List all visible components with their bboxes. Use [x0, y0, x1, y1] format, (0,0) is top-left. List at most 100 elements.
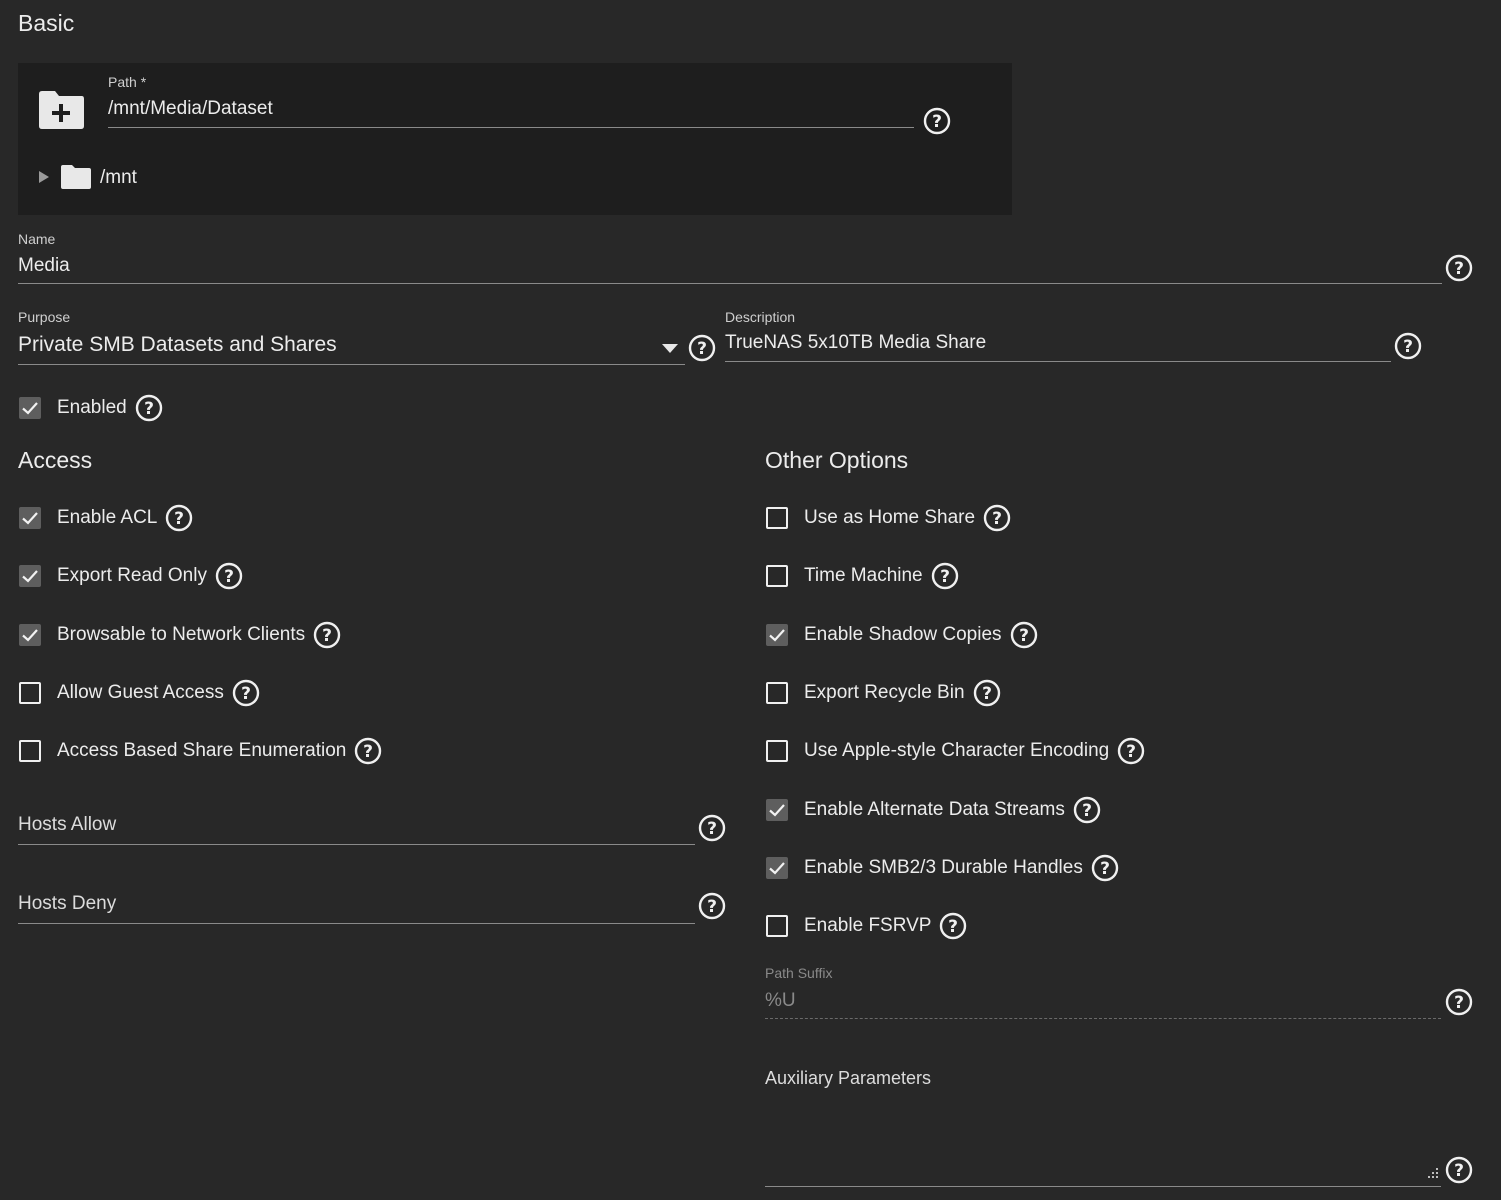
enabled-checkbox-row[interactable]: Enabled ? — [19, 393, 163, 423]
enable-shadow-copies-checkbox[interactable] — [766, 623, 788, 646]
use-as-home-share-checkbox[interactable] — [766, 507, 788, 529]
allow-guest-access-checkbox[interactable] — [19, 681, 41, 704]
use-apple-style-character-encoding-checkbox[interactable] — [766, 740, 788, 763]
other-enable-alternate-data-streams-row[interactable]: Enable Alternate Data Streams? — [766, 795, 1101, 825]
other-enable-fsrvp-row[interactable]: Enable FSRVP? — [766, 911, 967, 941]
export-recycle-bin-help-icon[interactable]: ? — [973, 679, 1001, 707]
svg-text:?: ? — [707, 819, 717, 839]
enable-alternate-data-streams-checkbox[interactable] — [766, 798, 788, 821]
svg-text:?: ? — [697, 339, 707, 359]
enable-smb2-3-durable-handles-help-icon[interactable]: ? — [1091, 854, 1119, 882]
export-read-only-label: Export Read Only — [57, 565, 207, 587]
hosts-allow-help-icon[interactable]: ? — [698, 814, 726, 842]
access-based-share-enumeration-checkbox[interactable] — [19, 740, 41, 763]
aux-params-help-icon[interactable]: ? — [1445, 1156, 1473, 1184]
access-access-based-share-enumeration-row[interactable]: Access Based Share Enumeration? — [19, 736, 382, 766]
aux-params-textarea[interactable]: Auxiliary Parameters — [765, 1068, 931, 1089]
svg-text:?: ? — [1126, 742, 1136, 762]
hosts-allow-underline — [18, 844, 695, 845]
use-apple-style-character-encoding-label: Use Apple-style Character Encoding — [804, 740, 1110, 762]
description-help-icon[interactable]: ? — [1394, 332, 1422, 360]
purpose-select[interactable]: Private SMB Datasets and Shares — [18, 333, 337, 357]
enable-fsrvp-checkbox[interactable] — [766, 915, 788, 938]
hosts-allow-input[interactable]: Hosts Allow — [18, 814, 116, 836]
purpose-underline — [18, 364, 685, 365]
description-input[interactable]: TrueNAS 5x10TB Media Share — [725, 332, 986, 354]
enable-smb2-3-durable-handles-label: Enable SMB2/3 Durable Handles — [804, 856, 1083, 878]
svg-text:?: ? — [224, 567, 234, 587]
enable-fsrvp-label: Enable FSRVP — [804, 915, 932, 937]
access-allow-guest-access-row[interactable]: Allow Guest Access? — [19, 678, 260, 708]
enable-acl-checkbox[interactable] — [19, 507, 41, 529]
svg-text:?: ? — [1454, 993, 1464, 1013]
enable-acl-help-icon[interactable]: ? — [165, 504, 193, 532]
svg-text:?: ? — [1403, 337, 1413, 357]
svg-text:?: ? — [1100, 859, 1110, 879]
export-recycle-bin-label: Export Recycle Bin — [804, 681, 965, 703]
basic-section-title: Basic — [18, 10, 75, 36]
time-machine-label: Time Machine — [804, 565, 923, 587]
svg-text:?: ? — [707, 897, 717, 917]
svg-text:?: ? — [1454, 259, 1464, 279]
use-as-home-share-help-icon[interactable]: ? — [983, 504, 1011, 532]
hosts-deny-input[interactable]: Hosts Deny — [18, 893, 116, 915]
purpose-help-icon[interactable]: ? — [688, 334, 716, 362]
browsable-to-network-clients-checkbox[interactable] — [19, 623, 41, 646]
access-enable-acl-row[interactable]: Enable ACL? — [19, 503, 193, 533]
svg-text:?: ? — [322, 626, 332, 646]
browsable-to-network-clients-label: Browsable to Network Clients — [57, 623, 306, 645]
tree-item-mnt[interactable]: /mnt — [100, 167, 137, 189]
time-machine-checkbox[interactable] — [766, 565, 788, 588]
path-underline — [108, 127, 914, 128]
other-enable-smb2-3-durable-handles-row[interactable]: Enable SMB2/3 Durable Handles? — [766, 853, 1119, 883]
other-export-recycle-bin-row[interactable]: Export Recycle Bin? — [766, 678, 1001, 708]
svg-text:?: ? — [144, 399, 154, 419]
tree-expand-arrow-icon[interactable] — [38, 170, 50, 184]
path-suffix-help-icon[interactable]: ? — [1445, 988, 1473, 1016]
access-based-share-enumeration-help-icon[interactable]: ? — [354, 737, 382, 765]
other-time-machine-row[interactable]: Time Machine? — [766, 561, 959, 591]
svg-text:?: ? — [940, 567, 950, 587]
svg-text:?: ? — [992, 509, 1002, 529]
create-folder-icon[interactable] — [37, 90, 85, 130]
svg-text:?: ? — [982, 684, 992, 704]
textarea-resize-handle-icon[interactable] — [1425, 1166, 1439, 1180]
access-section-title: Access — [18, 447, 93, 473]
svg-text:?: ? — [363, 742, 373, 762]
other-use-apple-style-character-encoding-row[interactable]: Use Apple-style Character Encoding? — [766, 736, 1145, 766]
svg-text:?: ? — [932, 112, 942, 132]
svg-text:?: ? — [949, 917, 959, 937]
export-recycle-bin-checkbox[interactable] — [766, 681, 788, 704]
allow-guest-access-help-icon[interactable]: ? — [232, 679, 260, 707]
enable-alternate-data-streams-help-icon[interactable]: ? — [1073, 796, 1101, 824]
path-input[interactable]: /mnt/Media/Dataset — [108, 98, 273, 120]
description-underline — [725, 361, 1391, 362]
path-label: Path * — [108, 74, 147, 90]
path-help-icon[interactable]: ? — [923, 107, 951, 135]
name-input[interactable]: Media — [18, 255, 70, 277]
svg-text:?: ? — [1019, 626, 1029, 646]
other-use-as-home-share-row[interactable]: Use as Home Share? — [766, 503, 1011, 533]
enable-shadow-copies-label: Enable Shadow Copies — [804, 623, 1002, 645]
use-apple-style-character-encoding-help-icon[interactable]: ? — [1117, 737, 1145, 765]
access-export-read-only-row[interactable]: Export Read Only? — [19, 561, 243, 591]
enable-shadow-copies-help-icon[interactable]: ? — [1010, 621, 1038, 649]
time-machine-help-icon[interactable]: ? — [931, 562, 959, 590]
enable-fsrvp-help-icon[interactable]: ? — [939, 912, 967, 940]
purpose-dropdown-icon[interactable] — [662, 340, 678, 353]
enabled-label: Enabled — [57, 397, 127, 418]
access-browsable-to-network-clients-row[interactable]: Browsable to Network Clients? — [19, 620, 341, 650]
export-read-only-help-icon[interactable]: ? — [215, 562, 243, 590]
enabled-help-icon[interactable]: ? — [135, 394, 163, 422]
other-options-section-title: Other Options — [765, 447, 909, 473]
name-help-icon[interactable]: ? — [1445, 254, 1473, 282]
enabled-checkbox[interactable] — [19, 397, 41, 419]
browsable-to-network-clients-help-icon[interactable]: ? — [313, 621, 341, 649]
other-enable-shadow-copies-row[interactable]: Enable Shadow Copies? — [766, 620, 1038, 650]
enable-smb2-3-durable-handles-checkbox[interactable] — [766, 856, 788, 879]
path-suffix-input[interactable]: %U — [765, 990, 796, 1012]
export-read-only-checkbox[interactable] — [19, 565, 41, 588]
folder-icon — [60, 164, 92, 190]
hosts-deny-help-icon[interactable]: ? — [698, 892, 726, 920]
access-based-share-enumeration-label: Access Based Share Enumeration — [57, 740, 347, 762]
